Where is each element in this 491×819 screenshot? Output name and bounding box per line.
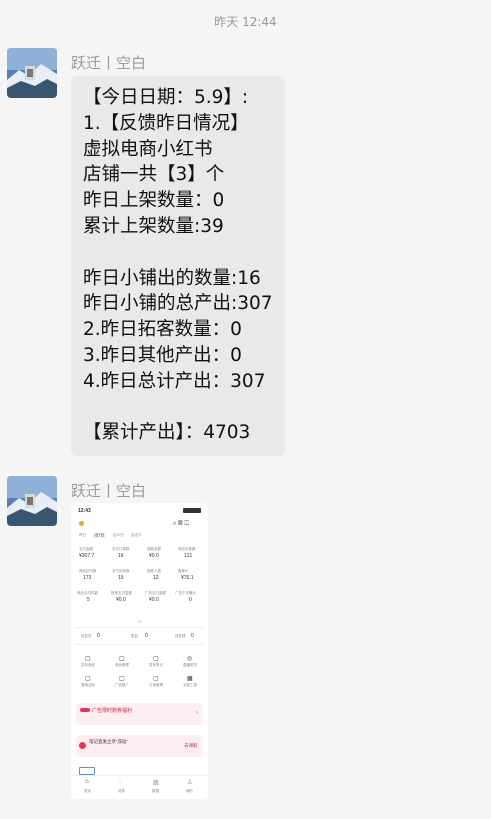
tool-label[interactable]: 发布商品: [81, 663, 95, 668]
message-icon: ◌: [119, 779, 123, 785]
tool-icon: ▦: [187, 676, 193, 682]
avatar-image: [7, 476, 57, 526]
message-line: 昨日小铺的总产出:307: [83, 293, 273, 315]
message-line: 4.昨日总计产出：307: [83, 370, 266, 392]
count-value: 0: [191, 633, 194, 639]
home-icon: ⌂: [85, 779, 89, 785]
bottom-nav: ⌂ 首页 ◌ 消息 ▨ 数据 ♙ 我的: [71, 775, 208, 799]
sender-avatar[interactable]: [7, 476, 57, 526]
promo-claim-button[interactable]: 去领取: [184, 743, 198, 749]
stat-value: 0: [189, 597, 192, 603]
toolbar-icons[interactable]: ⌕ ▤ ◫: [173, 521, 189, 528]
message-line: 2.昨日拓客数量：0: [83, 319, 242, 341]
tool-icon: ▢: [153, 656, 159, 662]
sender-avatar[interactable]: [7, 48, 57, 98]
count-label: 待处理: [175, 634, 186, 638]
stat-value: ¥307.7: [79, 553, 95, 559]
message-line: 【累计产出】：4703: [83, 422, 251, 444]
stat-value: ¥0.0: [149, 553, 159, 559]
ad-banner[interactable]: 广告限时赠券福利 ›: [76, 703, 203, 725]
tool-icon: ▢: [119, 676, 125, 682]
sender-name: 跃迁丨空白: [71, 54, 147, 72]
stat-value: 16: [118, 553, 124, 559]
stat-label: 退款金额: [147, 547, 161, 551]
hot-badge: [80, 708, 90, 712]
stat-label: 退款人数: [147, 569, 161, 573]
stat-label: 客单价: [178, 569, 189, 573]
stat-value: 173: [83, 575, 92, 581]
tool-label[interactable]: 订单管理: [149, 683, 163, 688]
promo-banner[interactable]: 笔记直发立享“双返” 去领取: [76, 735, 203, 757]
tool-icon: ▢: [153, 676, 159, 682]
tool-icon: ▢: [119, 656, 125, 662]
stat-label: 支付订单数: [112, 547, 130, 551]
promo-icon: [79, 742, 86, 749]
message-line: 昨日上架数量：0: [83, 190, 225, 212]
sender-name: 跃迁丨空白: [71, 482, 147, 500]
profile-icon: ♙: [187, 780, 193, 786]
nav-home[interactable]: 首页: [84, 789, 91, 794]
message-line: [83, 240, 285, 266]
stat-label: 支付买家数: [112, 569, 130, 573]
tool-label[interactable]: 全部工具: [183, 683, 197, 688]
nav-me[interactable]: 我的: [186, 789, 193, 794]
count-label: 待发货: [81, 634, 92, 638]
status-time: 12:43: [78, 508, 91, 514]
tab-yesterday[interactable]: 昨日: [79, 533, 86, 538]
chevron-up-icon[interactable]: ︿: [137, 617, 142, 624]
stat-label: 商品访客数: [178, 547, 196, 551]
message-line: 1.【反馈昨日情况】: [83, 112, 249, 134]
tab-custom[interactable]: 自定义: [131, 533, 142, 538]
message-line: 【今日日期：5.9】:: [83, 87, 249, 108]
message-line: 店铺一共【3】个: [83, 164, 225, 186]
content-thumbnail: [79, 767, 95, 775]
tab-30days[interactable]: 近30日: [113, 533, 124, 538]
stat-value: 5: [87, 597, 90, 603]
count-value: 0: [97, 633, 100, 639]
screenshot-image-message[interactable]: 12:43 ⌕ ▤ ◫ 昨日 近7日 近30日 自定义 支付金额 ¥307.7 …: [71, 503, 208, 799]
stat-label: 商品访问数: [79, 569, 97, 573]
stat-label: 广告千次曝光: [175, 591, 196, 595]
nav-messages[interactable]: 消息: [118, 789, 125, 794]
stat-label: 广告支付金额: [145, 591, 166, 595]
message-line: 3.昨日其他产出：0: [83, 344, 242, 366]
message-line: 昨日小铺出的数量:16: [83, 267, 261, 289]
stat-value: 12: [153, 575, 159, 581]
stat-value: ¥0.0: [116, 597, 126, 603]
tool-label[interactable]: 直播带货: [183, 663, 197, 668]
nav-data[interactable]: 数据: [152, 789, 159, 794]
tool-label[interactable]: 营销活动: [81, 683, 95, 688]
stat-value: ¥76.1: [181, 575, 194, 581]
tool-icon: ▢: [85, 676, 91, 682]
data-icon: ▨: [153, 780, 159, 786]
avatar-image: [7, 48, 57, 98]
stat-value: ¥0.0: [149, 597, 159, 603]
stat-value: 15: [118, 575, 124, 581]
battery-icon: [183, 508, 201, 513]
tool-icon: ▢: [85, 656, 91, 662]
promo-banner-title: 笔记直发立享“双返”: [89, 739, 128, 744]
store-logo-icon: [79, 521, 84, 526]
stat-label: 支付金额: [79, 547, 93, 551]
stat-label: 投放支付金额: [111, 591, 132, 595]
message-bubble[interactable]: 【今日日期：5.9】: 1.【反馈昨日情况】 虚拟电商小红书 店铺一共【3】个 …: [71, 76, 285, 456]
count-label: 售后: [131, 634, 138, 638]
stat-value: 121: [184, 553, 193, 559]
message-line: 累计上架数量:39: [83, 215, 224, 237]
message-line: 虚拟电商小红书: [83, 138, 213, 160]
tab-7days[interactable]: 近7日: [93, 533, 106, 538]
tool-label[interactable]: 发布笔记: [149, 663, 163, 668]
message-line: [83, 395, 285, 421]
count-value: 0: [145, 633, 148, 639]
chevron-right-icon: ›: [196, 710, 198, 716]
tool-icon: ◎: [187, 656, 193, 662]
timestamp: 昨天 12:44: [214, 15, 277, 29]
tool-label[interactable]: 商品管理: [115, 663, 129, 668]
tool-label[interactable]: 广告推广: [115, 683, 129, 688]
ad-banner-title: 广告限时赠券福利: [92, 708, 133, 714]
stat-label: 商品支付件数: [77, 591, 98, 595]
